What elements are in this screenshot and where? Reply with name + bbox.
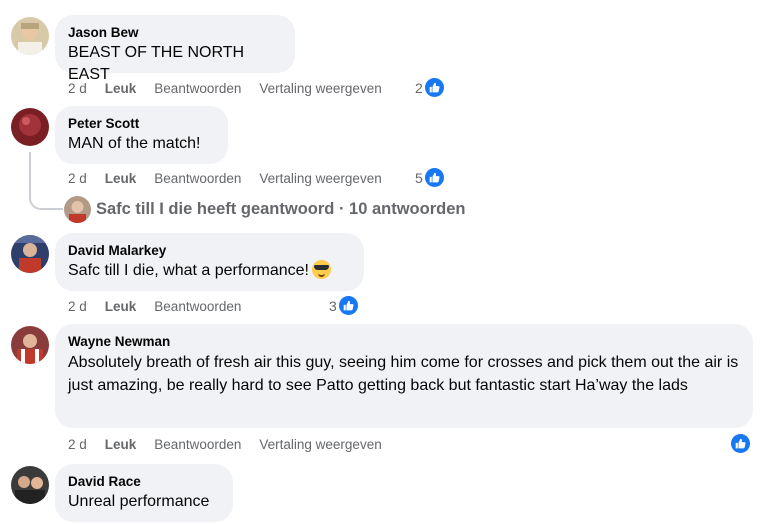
reaction-count[interactable]: 5 xyxy=(415,168,444,187)
reaction-count[interactable]: 2 xyxy=(415,78,444,97)
comment-text: MAN of the match! xyxy=(68,135,201,152)
comment-text-content: Safc till I die, what a performance! xyxy=(68,262,309,279)
avatar[interactable] xyxy=(11,326,49,364)
comment-author[interactable]: Wayne Newman xyxy=(68,333,740,351)
like-button[interactable]: Leuk xyxy=(105,437,137,452)
comment-author[interactable]: David Malarkey xyxy=(68,242,351,260)
comment-bubble: David Malarkey Safc till I die, what a p… xyxy=(55,233,364,291)
translate-button[interactable]: Vertaling weergeven xyxy=(259,437,381,452)
reply-button[interactable]: Beantwoorden xyxy=(154,171,241,186)
comment-actions: 2 d Leuk Beantwoorden Vertaling weergeve… xyxy=(68,168,400,188)
reaction-count[interactable]: 3 xyxy=(329,296,358,315)
avatar[interactable] xyxy=(11,466,49,504)
view-replies-link[interactable]: Safc till I die heeft geantwoord · 10 an… xyxy=(64,196,465,223)
comment-bubble: David Race Unreal performance xyxy=(55,464,233,522)
reaction-number: 2 xyxy=(415,79,423,96)
comment-time[interactable]: 2 d xyxy=(68,81,87,96)
comment-text: Absolutely breath of fresh air this guy,… xyxy=(68,354,743,394)
thumbs-up-icon xyxy=(731,434,750,453)
thread-connector xyxy=(29,152,63,210)
comment-bubble: Peter Scott MAN of the match! xyxy=(55,106,228,164)
reaction-number: 5 xyxy=(415,169,423,186)
translate-button[interactable]: Vertaling weergeven xyxy=(259,171,381,186)
comment-bubble: Wayne Newman Absolutely breath of fresh … xyxy=(55,324,753,428)
comment-time[interactable]: 2 d xyxy=(68,171,87,186)
replies-summary: Safc till I die heeft geantwoord · 10 an… xyxy=(96,200,466,218)
comment-actions: 2 d Leuk Beantwoorden xyxy=(68,296,259,316)
reply-button[interactable]: Beantwoorden xyxy=(154,81,241,96)
reply-button[interactable]: Beantwoorden xyxy=(154,299,241,314)
reaction-count[interactable] xyxy=(729,434,750,453)
comment-text: Safc till I die, what a performance! xyxy=(68,260,351,282)
comment-actions: 2 d Leuk Beantwoorden Vertaling weergeve… xyxy=(68,434,400,454)
avatar[interactable] xyxy=(11,17,49,55)
avatar xyxy=(64,196,91,223)
avatar[interactable] xyxy=(11,235,49,273)
comment-author[interactable]: Jason Bew xyxy=(68,24,282,42)
like-button[interactable]: Leuk xyxy=(105,299,137,314)
reply-button[interactable]: Beantwoorden xyxy=(154,437,241,452)
comment-bubble: Jason Bew BEAST OF THE NORTH EAST xyxy=(55,15,295,83)
comment-actions: 2 d Leuk Beantwoorden Vertaling weergeve… xyxy=(68,78,400,98)
reaction-number: 3 xyxy=(329,297,337,314)
thumbs-up-icon xyxy=(424,78,444,97)
comment-author[interactable]: Peter Scott xyxy=(68,115,215,133)
sunglasses-emoji-icon xyxy=(312,260,331,279)
thumbs-up-icon xyxy=(424,168,444,187)
comment-time[interactable]: 2 d xyxy=(68,437,87,452)
comment-time[interactable]: 2 d xyxy=(68,299,87,314)
like-button[interactable]: Leuk xyxy=(105,171,137,186)
like-button[interactable]: Leuk xyxy=(105,81,137,96)
avatar[interactable] xyxy=(11,108,49,146)
thumbs-up-icon xyxy=(338,296,358,315)
translate-button[interactable]: Vertaling weergeven xyxy=(259,81,381,96)
comment-author[interactable]: David Race xyxy=(68,473,220,491)
comment-text: Unreal performance xyxy=(68,493,210,510)
